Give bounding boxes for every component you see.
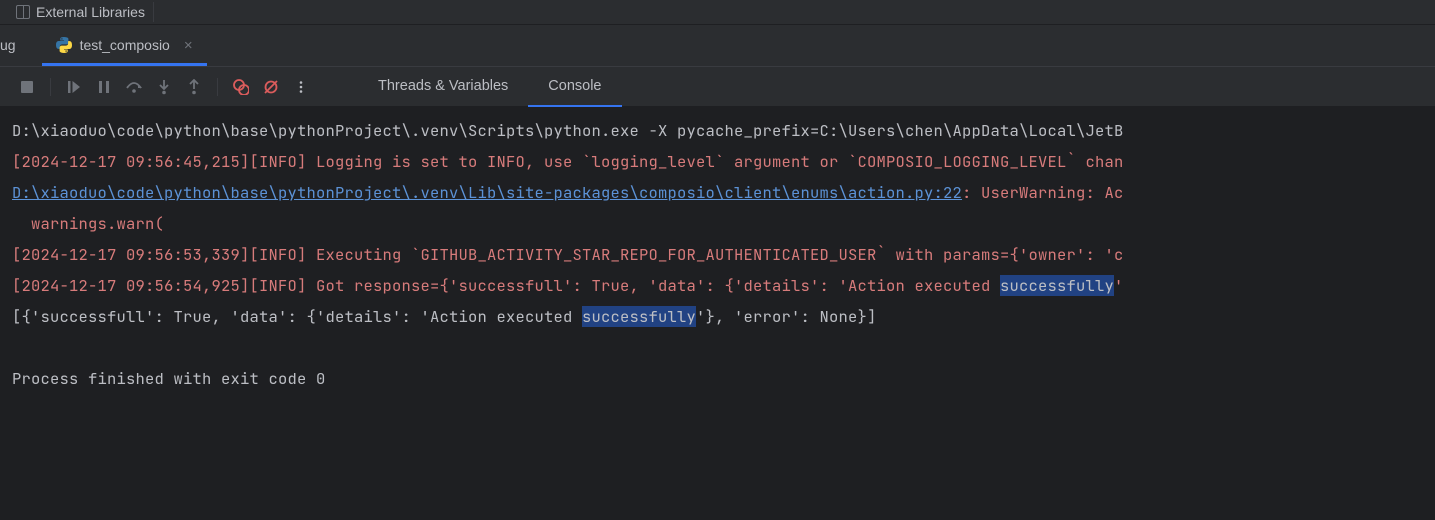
step-into-icon [157,79,171,95]
mute-breakpoints-icon [263,79,279,95]
console-line-info: [2024-12-17 09:56:45,215][INFO] Logging … [12,151,1124,172]
external-libraries-label: External Libraries [36,4,145,20]
editor-tabs-row: ug test_composio × [0,25,1435,67]
more-icon [294,80,308,94]
resume-button[interactable] [61,74,87,100]
file-link[interactable]: D:\xiaoduo\code\python\base\pythonProjec… [12,182,962,203]
step-over-button[interactable] [121,74,147,100]
external-libraries-item[interactable]: External Libraries [8,2,158,22]
highlighted-text: successfully [1000,275,1114,296]
console-text: ' [1114,275,1124,296]
console-output[interactable]: D:\xiaoduo\code\python\base\pythonProjec… [0,107,1435,402]
highlighted-text: successfully [582,306,696,327]
console-text: : UserWarning: Ac [962,182,1124,203]
tab-test-composio[interactable]: test_composio × [42,29,207,66]
debug-sub-tabs: Threads & Variables Console [358,67,622,106]
console-text: '}, 'error': None}] [696,306,877,327]
tab-threads-variables[interactable]: Threads & Variables [358,67,528,107]
library-icon [16,5,30,19]
console-text: [2024-12-17 09:56:54,925][INFO] Got resp… [12,275,1000,296]
breakpoints-icon [233,79,249,95]
console-line-warning: warnings.warn( [12,213,164,234]
toolbar-separator [217,78,218,96]
toolbar-separator [50,78,51,96]
pause-icon [97,80,111,94]
stop-button[interactable] [14,74,40,100]
console-line-exit: Process finished with exit code 0 [12,368,326,389]
step-into-button[interactable] [151,74,177,100]
console-text: [{'successfull': True, 'data': {'details… [12,306,582,327]
step-over-icon [125,80,143,94]
resume-icon [66,79,82,95]
console-line: D:\xiaoduo\code\python\base\pythonProjec… [12,120,1124,141]
partial-tab[interactable]: ug [0,29,24,66]
debug-toolbar: Threads & Variables Console [0,67,1435,107]
tab-label: test_composio [80,37,170,53]
tab-console[interactable]: Console [528,67,621,107]
console-line-info: [2024-12-17 09:56:53,339][INFO] Executin… [12,244,1124,265]
view-breakpoints-button[interactable] [228,74,254,100]
step-out-icon [187,79,201,95]
python-file-icon [56,37,72,53]
stop-icon [21,81,33,93]
top-bar: External Libraries [0,0,1435,25]
mute-breakpoints-button[interactable] [258,74,284,100]
more-options-button[interactable] [288,74,314,100]
step-out-button[interactable] [181,74,207,100]
tab-close-icon[interactable]: × [184,38,193,53]
pause-button[interactable] [91,74,117,100]
